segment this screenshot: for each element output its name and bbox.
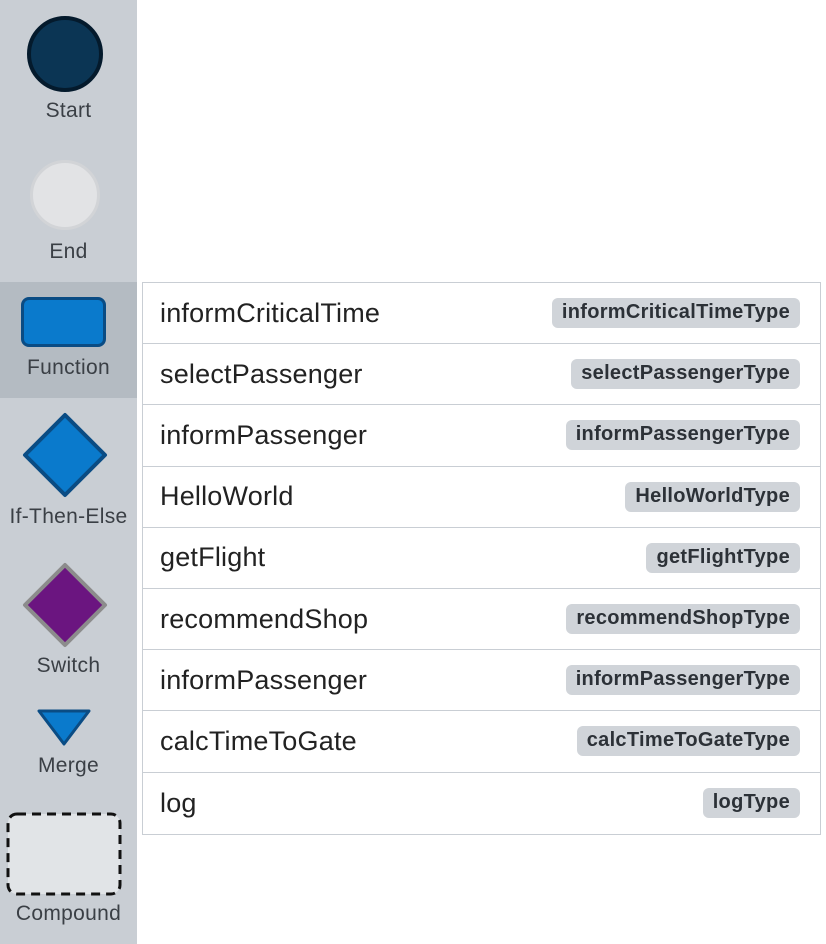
palette-label-switch: Switch <box>36 654 101 677</box>
function-row[interactable]: informPassenger informPassengerType <box>143 405 820 467</box>
function-row[interactable]: HelloWorld HelloWorldType <box>143 467 820 528</box>
palette-item-end[interactable]: End <box>0 140 137 282</box>
palette-label-start: Start <box>45 99 92 122</box>
palette-item-start[interactable]: Start <box>0 0 137 140</box>
palette-label-function: Function <box>27 356 110 379</box>
function-name: calcTimeToGate <box>160 725 357 756</box>
start-circle-icon <box>27 16 103 92</box>
function-name: informPassenger <box>160 419 368 450</box>
function-row[interactable]: selectPassenger selectPassengerType <box>143 344 820 406</box>
palette-label-if-then-else: If-Then-Else <box>9 505 128 528</box>
function-name: informCriticalTime <box>160 297 381 328</box>
function-type-badge: logType <box>702 788 800 819</box>
end-circle-icon <box>30 160 100 230</box>
palette-item-compound[interactable]: Compound <box>0 800 137 944</box>
if-then-else-diamond-icon <box>23 413 107 497</box>
compound-dashed-rect-icon <box>6 812 122 896</box>
palette-item-merge[interactable]: Merge <box>0 696 137 796</box>
function-row[interactable]: informPassenger informPassengerType <box>143 650 820 712</box>
function-name: HelloWorld <box>160 481 294 512</box>
function-type-badge: informCriticalTimeType <box>551 298 800 329</box>
node-palette: Start End Function If-Then-Else Switch M… <box>0 0 137 944</box>
merge-triangle-icon <box>37 709 91 746</box>
function-row[interactable]: recommendShop recommendShopType <box>143 589 820 651</box>
function-name: log <box>160 787 197 818</box>
function-type-badge: calcTimeToGateType <box>576 726 800 757</box>
function-type-badge: informPassengerType <box>565 420 800 451</box>
function-type-badge: HelloWorldType <box>625 481 800 512</box>
function-type-badge: getFlightType <box>646 542 800 573</box>
function-list: informCriticalTime informCriticalTimeTyp… <box>142 282 821 835</box>
function-type-badge: recommendShopType <box>566 604 800 635</box>
function-row[interactable]: informCriticalTime informCriticalTimeTyp… <box>143 283 820 345</box>
palette-item-if-then-else[interactable]: If-Then-Else <box>0 398 137 540</box>
function-name: recommendShop <box>160 603 369 634</box>
function-row[interactable]: log logType <box>143 773 820 834</box>
palette-item-switch[interactable]: Switch <box>0 540 137 686</box>
function-name: selectPassenger <box>160 358 363 389</box>
palette-label-end: End <box>49 240 88 263</box>
palette-label-compound: Compound <box>15 902 122 925</box>
function-row[interactable]: calcTimeToGate calcTimeToGateType <box>143 711 820 773</box>
function-type-badge: selectPassengerType <box>571 359 800 390</box>
switch-diamond-icon <box>23 563 107 647</box>
palette-item-function[interactable]: Function <box>0 282 137 398</box>
function-name: informPassenger <box>160 664 368 695</box>
function-type-badge: informPassengerType <box>565 665 800 696</box>
function-name: getFlight <box>160 542 266 573</box>
palette-label-merge: Merge <box>37 754 100 777</box>
function-row[interactable]: getFlight getFlightType <box>143 528 820 589</box>
function-rect-icon <box>21 297 106 347</box>
